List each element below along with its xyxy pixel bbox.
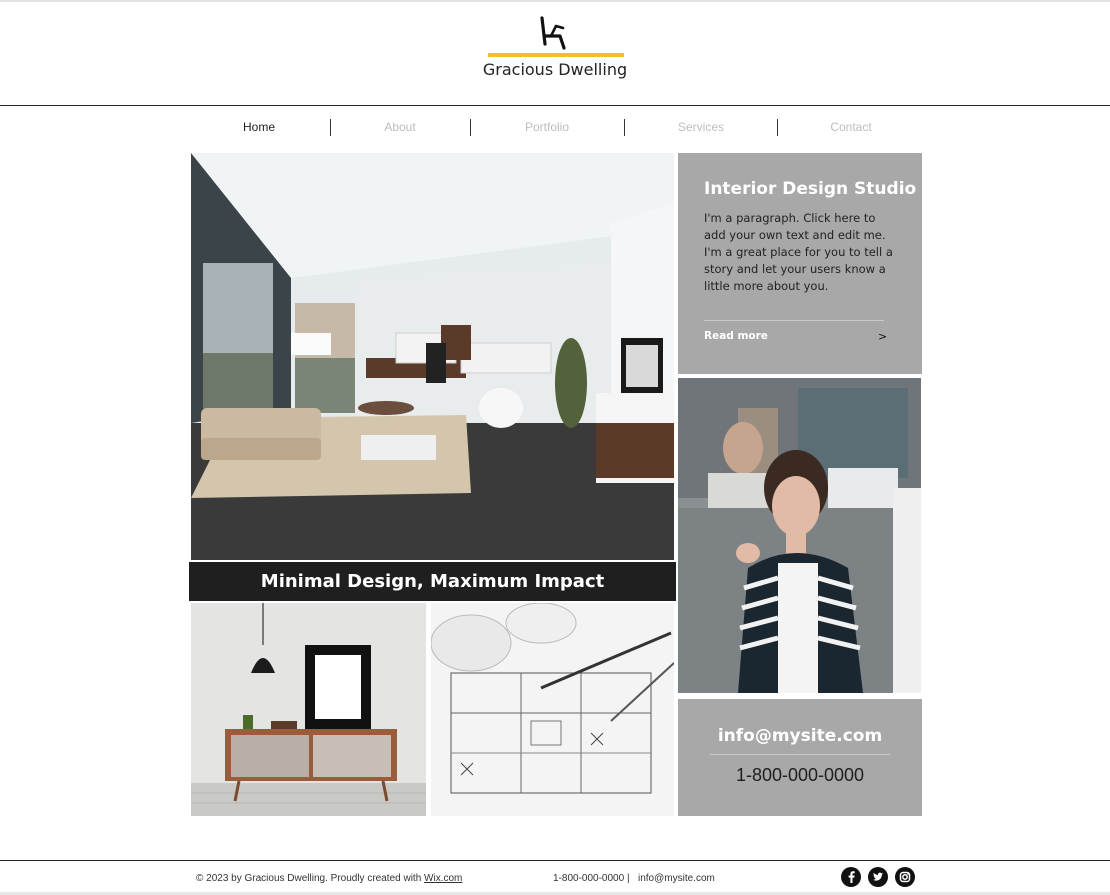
nav-divider bbox=[470, 119, 471, 136]
footer-copyright: © 2023 by Gracious Dwelling. Proudly cre… bbox=[196, 873, 462, 884]
facebook-icon[interactable] bbox=[841, 867, 861, 887]
footer-email[interactable]: info@mysite.com bbox=[638, 873, 715, 884]
nav-divider bbox=[777, 119, 778, 136]
footer-phone: 1-800-000-0000 bbox=[553, 873, 625, 884]
nav-home[interactable]: Home bbox=[191, 116, 327, 138]
logo-accent-bar bbox=[488, 53, 624, 57]
woman-portrait-photo bbox=[678, 378, 921, 693]
footer-separator: | bbox=[627, 873, 630, 884]
wix-link[interactable]: Wix.com bbox=[424, 873, 462, 884]
nav-divider bbox=[624, 119, 625, 136]
nav-about[interactable]: About bbox=[332, 116, 468, 138]
top-border bbox=[0, 0, 1110, 2]
main-nav: Home About Portfolio Services Contact bbox=[191, 116, 921, 138]
header-divider bbox=[0, 105, 1110, 106]
studio-divider bbox=[704, 320, 884, 321]
site-logo[interactable]: Gracious Dwelling bbox=[480, 14, 630, 86]
read-more-link[interactable]: Read more bbox=[704, 330, 768, 342]
site-title: Gracious Dwelling bbox=[482, 60, 628, 79]
living-room-photo bbox=[191, 153, 674, 560]
nav-portfolio[interactable]: Portfolio bbox=[472, 116, 622, 138]
contact-box: info@mysite.com 1-800-000-0000 bbox=[678, 699, 922, 816]
hero-banner: Minimal Design, Maximum Impact bbox=[189, 562, 676, 601]
twitter-icon[interactable] bbox=[868, 867, 888, 887]
nav-services[interactable]: Services bbox=[626, 116, 776, 138]
contact-email-link[interactable]: info@mysite.com bbox=[678, 726, 922, 746]
contact-phone: 1-800-000-0000 bbox=[735, 765, 865, 785]
footer-divider bbox=[0, 860, 1110, 861]
studio-info-box: Interior Design Studio I'm a paragraph. … bbox=[678, 153, 922, 374]
sideboard-photo bbox=[191, 603, 426, 816]
read-more-arrow-icon[interactable]: > bbox=[878, 330, 887, 343]
contact-divider bbox=[710, 754, 890, 755]
chair-icon bbox=[540, 16, 566, 50]
nav-divider bbox=[330, 119, 331, 136]
blueprints-photo bbox=[431, 603, 674, 816]
studio-paragraph: I'm a paragraph. Click here to add your … bbox=[704, 211, 893, 293]
instagram-icon[interactable] bbox=[895, 867, 915, 887]
copyright-text: © 2023 by Gracious Dwelling. Proudly cre… bbox=[196, 873, 425, 884]
nav-contact[interactable]: Contact bbox=[779, 116, 923, 138]
studio-title: Interior Design Studio bbox=[704, 179, 917, 199]
